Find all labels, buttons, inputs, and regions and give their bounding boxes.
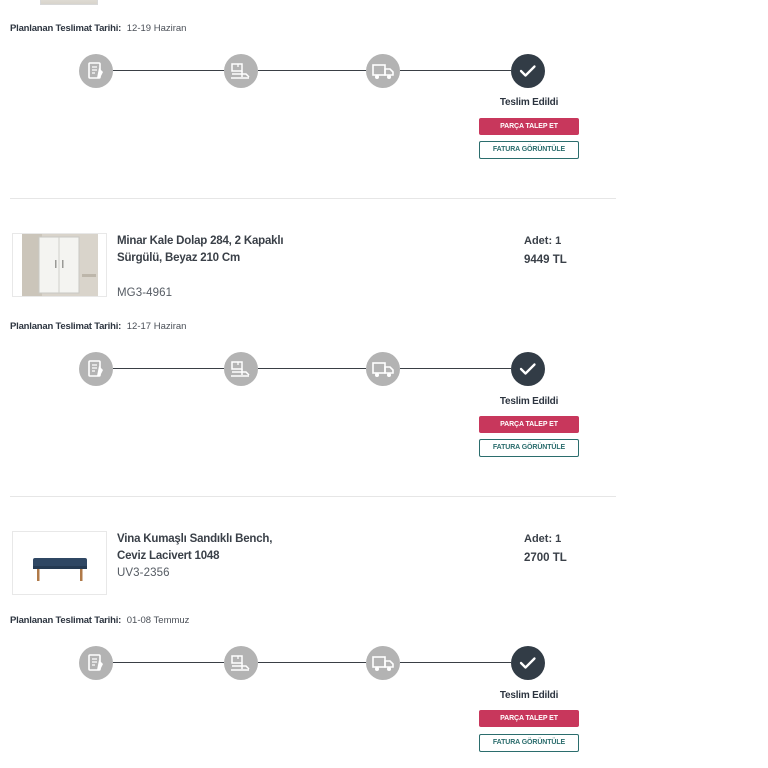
planned-delivery-label: Planlanan Teslimat Tarihi: [10,615,122,626]
delivery-status: Teslim Edildi [499,97,559,108]
product-price: 9449 TL [524,254,567,266]
tracker-connector [258,70,366,72]
product-name[interactable]: Vina Kumaşlı Sandıklı Bench, Ceviz Laciv… [117,531,292,565]
request-parts-button[interactable]: PARÇA TALEP ET [479,416,579,433]
product-name[interactable]: Minar Kale Dolap 284, 2 Kapaklı Sürgülü,… [117,233,292,267]
planned-delivery-date: 12-17 Haziran [126,321,187,332]
view-invoice-button[interactable]: FATURA GÖRÜNTÜLE [479,734,579,752]
shipping-truck-icon [366,352,400,386]
tracker-connector [113,368,224,370]
planned-delivery: Planlanan Teslimat Tarihi: 12-19 Haziran [10,23,186,34]
tracker-connector [113,662,224,664]
product-sku: UV3-2356 [117,567,170,579]
product-price: 2700 TL [524,552,567,564]
product-quantity: Adet: 1 [524,235,562,247]
delivered-check-icon [511,352,545,386]
planned-delivery-date: 12-19 Haziran [126,23,187,34]
delivered-check-icon [511,646,545,680]
tracker-connector [258,662,366,664]
product-sku: MG3-4961 [117,287,173,299]
delivery-status: Teslim Edildi [499,396,559,407]
product-image[interactable] [12,531,107,595]
tracker-connector [400,70,511,72]
view-invoice-button[interactable]: FATURA GÖRÜNTÜLE [479,141,579,159]
shipping-truck-icon [366,54,400,88]
planned-delivery-label: Planlanan Teslimat Tarihi: [10,23,122,34]
tracker-connector [400,368,511,370]
bench-image [32,558,87,581]
tracker-connector [258,368,366,370]
product-quantity: Adet: 1 [524,533,562,545]
planned-delivery: Planlanan Teslimat Tarihi: 12-17 Haziran [10,321,186,332]
wardrobe-image [21,234,98,296]
tracker-connector [113,70,224,72]
order-received-icon [79,352,113,386]
request-parts-button[interactable]: PARÇA TALEP ET [479,710,579,727]
order-received-icon [79,646,113,680]
preparing-icon [224,646,258,680]
product-image-partial[interactable] [40,0,98,5]
view-invoice-button[interactable]: FATURA GÖRÜNTÜLE [479,439,579,457]
section-divider [10,496,616,497]
planned-delivery-label: Planlanan Teslimat Tarihi: [10,321,122,332]
planned-delivery: Planlanan Teslimat Tarihi: 01-08 Temmuz [10,615,189,626]
request-parts-button[interactable]: PARÇA TALEP ET [479,118,579,135]
tracker-connector [400,662,511,664]
delivery-status: Teslim Edildi [499,690,559,701]
delivery-tracker [79,646,547,682]
delivered-check-icon [511,54,545,88]
delivery-tracker [79,54,547,90]
planned-delivery-date: 01-08 Temmuz [126,615,190,626]
shipping-truck-icon [366,646,400,680]
order-received-icon [79,54,113,88]
section-divider [10,198,616,199]
delivery-tracker [79,352,547,388]
product-image[interactable] [12,233,107,297]
preparing-icon [224,54,258,88]
preparing-icon [224,352,258,386]
